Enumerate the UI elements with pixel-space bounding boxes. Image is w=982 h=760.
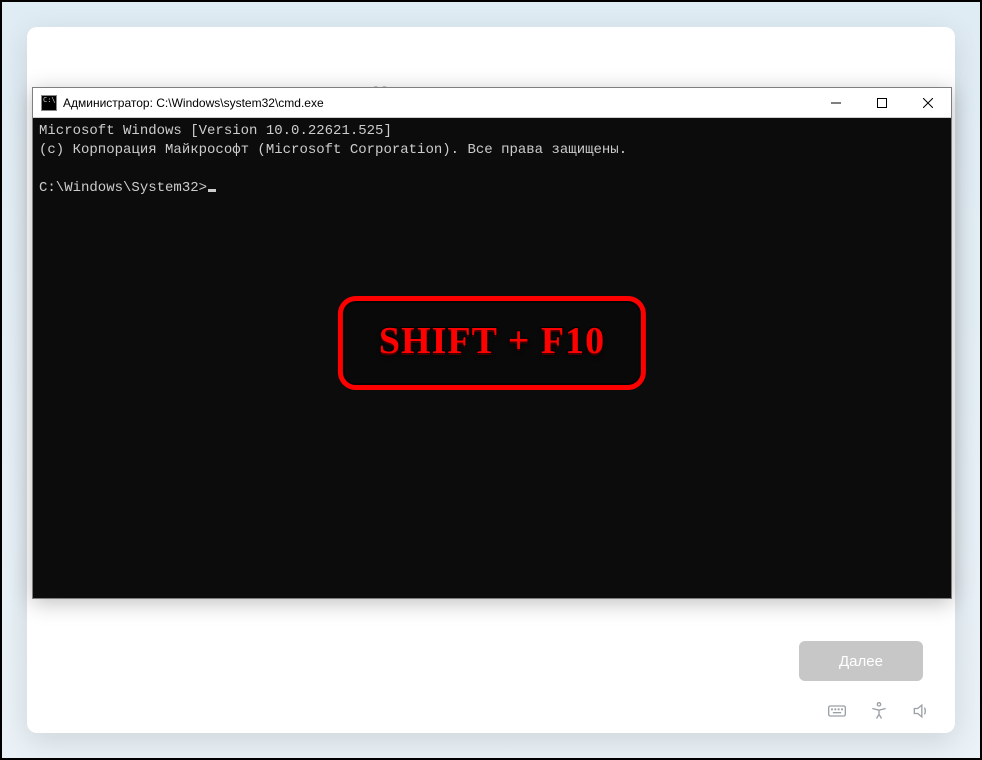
cmd-cursor: [208, 189, 216, 192]
next-button-label: Далее: [839, 653, 883, 670]
accessibility-icon[interactable]: [869, 701, 889, 721]
keyboard-icon[interactable]: [827, 701, 847, 721]
cmd-icon: [41, 95, 57, 111]
window-controls: [813, 88, 951, 117]
desktop-background: Давайте подключим вас к Далее: [2, 2, 980, 758]
volume-icon[interactable]: [911, 701, 931, 721]
cmd-titlebar[interactable]: Администратор: C:\Windows\system32\cmd.e…: [33, 88, 951, 118]
shortcut-overlay: SHIFT + F10: [338, 296, 646, 390]
system-tray: [827, 701, 931, 721]
next-button[interactable]: Далее: [799, 641, 923, 681]
cmd-line-2: (c) Корпорация Майкрософт (Microsoft Cor…: [39, 142, 627, 158]
close-button[interactable]: [905, 88, 951, 117]
cmd-window[interactable]: Администратор: C:\Windows\system32\cmd.e…: [32, 87, 952, 599]
shortcut-text: SHIFT + F10: [379, 319, 605, 363]
maximize-button[interactable]: [859, 88, 905, 117]
minimize-button[interactable]: [813, 88, 859, 117]
cmd-title-text: Администратор: C:\Windows\system32\cmd.e…: [63, 96, 813, 110]
cmd-prompt: C:\Windows\System32>: [39, 180, 207, 196]
cmd-line-1: Microsoft Windows [Version 10.0.22621.52…: [39, 123, 392, 139]
